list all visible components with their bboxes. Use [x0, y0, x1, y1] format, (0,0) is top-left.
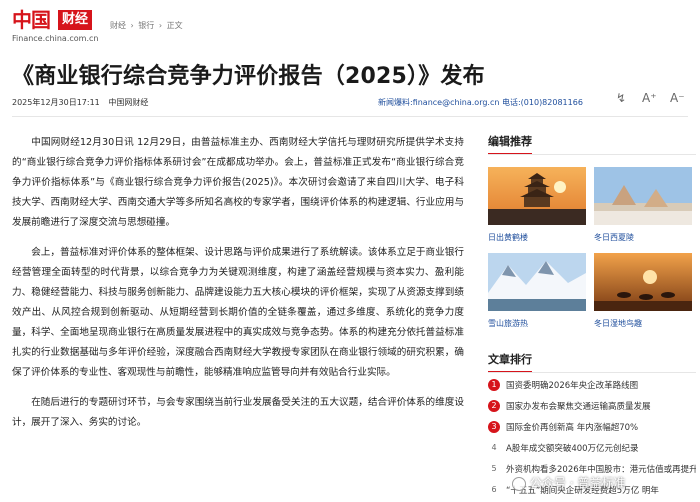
pick-caption[interactable]: 雪山旅游热 — [488, 318, 586, 329]
wechat-account-icon — [512, 476, 526, 491]
breadcrumb: 财经 › 银行 › 正文 — [110, 20, 185, 31]
news-hotline[interactable]: 新闻爆料:finance@china.org.cn 电话:(010)820811… — [378, 97, 583, 108]
breadcrumb-finance[interactable]: 财经 — [110, 21, 126, 30]
pick-caption[interactable]: 冬日湿地鸟趣 — [594, 318, 692, 329]
article-body: 中国网财经12月30日讯 12月29日，由普益标准主办、西南财经大学信托与理财研… — [12, 133, 464, 443]
wechat-watermark: 公众号 · 普益标准 — [512, 474, 625, 491]
rank-number: 4 — [491, 443, 497, 452]
sidebar: 编辑推荐 日出黄鹤楼 冬日西夏陵 雪山旅游热 冬日湿地鸟趣 文章排行 1 国资委… — [488, 133, 696, 502]
rank-link[interactable]: 国家办发布会聚焦交通运输高质量发展 — [506, 402, 651, 412]
publish-date: 2025年12月30日17:11 — [12, 98, 100, 107]
pick-card[interactable]: 冬日湿地鸟趣 — [594, 253, 692, 329]
pick-card[interactable]: 冬日西夏陵 — [594, 167, 692, 243]
header-divider — [12, 116, 688, 117]
editor-picks-grid: 日出黄鹤楼 冬日西夏陵 雪山旅游热 冬日湿地鸟趣 — [488, 167, 696, 337]
ranking-title: 文章排行 — [488, 351, 532, 373]
ranking-item[interactable]: 4 A股年成交额突破400万亿元创纪录 — [488, 442, 696, 463]
rank-link[interactable]: 国际金价再创新高 年内涨幅超70% — [506, 423, 638, 433]
ranking-item[interactable]: 1 国资委明确2026年央企改革路线图 — [488, 379, 696, 400]
rank-number: 1 — [488, 379, 500, 391]
font-decrease-button[interactable]: A⁻ — [670, 91, 685, 105]
rank-number: 6 — [491, 485, 497, 494]
rank-link[interactable]: A股年成交额突破400万亿元创纪录 — [506, 444, 639, 454]
pick-image-yellow-crane-tower — [488, 167, 586, 225]
section-divider — [488, 372, 696, 373]
ranking-item[interactable]: 2 国家办发布会聚焦交通运输高质量发展 — [488, 400, 696, 421]
article-tools: ↯ A⁺ A⁻ — [616, 91, 696, 111]
section-divider — [488, 154, 696, 155]
rank-number: 3 — [488, 421, 500, 433]
article-paragraph: 中国网财经12月30日讯 12月29日，由普益标准主办、西南财经大学信托与理财研… — [12, 137, 464, 228]
logo-cn-text: 中国 — [12, 8, 51, 32]
breadcrumb-bank[interactable]: 银行 — [138, 21, 154, 30]
font-increase-button[interactable]: A⁺ — [642, 91, 657, 105]
rank-number: 5 — [491, 464, 497, 473]
article-source: 中国网财经 — [108, 98, 149, 107]
breadcrumb-separator: › — [130, 21, 134, 30]
share-icon[interactable]: ↯ — [616, 91, 626, 105]
watermark-text: 公众号 · 普益标准 — [530, 476, 626, 490]
pick-card[interactable]: 日出黄鹤楼 — [488, 167, 586, 243]
rank-link[interactable]: 国资委明确2026年央企改革路线图 — [506, 381, 638, 391]
ranking-item[interactable]: 3 国际金价再创新高 年内涨幅超70% — [488, 421, 696, 442]
editor-picks-title: 编辑推荐 — [488, 133, 532, 155]
top-bar: 中国 财经 Finance.china.com.cn 财经 › 银行 › 正文 — [0, 0, 700, 52]
pick-card[interactable]: 雪山旅游热 — [488, 253, 586, 329]
rank-number: 2 — [488, 400, 500, 412]
logo-url: Finance.china.com.cn — [12, 34, 99, 43]
article-title: 《商业银行综合竞争力评价报告（2025）》发布 — [12, 64, 485, 89]
pick-caption[interactable]: 日出黄鹤楼 — [488, 232, 586, 243]
breadcrumb-current: 正文 — [166, 21, 183, 30]
breadcrumb-separator: › — [158, 21, 163, 30]
site-logo[interactable]: 中国 财经 Finance.china.com.cn — [12, 8, 104, 44]
pick-caption[interactable]: 冬日西夏陵 — [594, 232, 692, 243]
pick-image-wetland-birds — [594, 253, 692, 311]
pick-image-snow-mountain — [488, 253, 586, 311]
pick-image-western-xia-tombs — [594, 167, 692, 225]
article-paragraph: 在随后进行的专题研讨环节，与会专家围绕当前行业发展备受关注的五大议题，结合评价体… — [12, 397, 464, 428]
logo-finance-badge: 财经 — [58, 10, 93, 30]
article-paragraph: 会上，普益标准对评价体系的整体框架、设计思路与评价成果进行了系统解读。该体系立足… — [12, 247, 464, 378]
article-meta: 2025年12月30日17:11 中国网财经 — [12, 97, 154, 108]
